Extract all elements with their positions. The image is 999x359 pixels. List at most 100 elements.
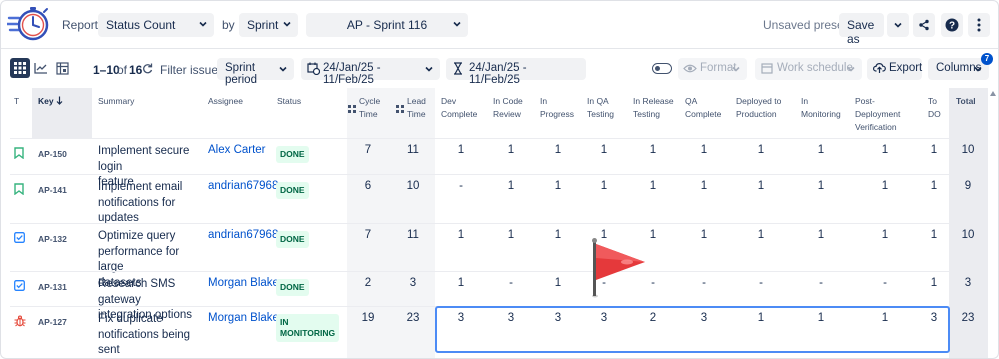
group-by-select[interactable]: Sprint <box>239 13 298 37</box>
issue-key-link[interactable]: AP-132 <box>38 234 67 244</box>
row-total-value: 23 <box>961 312 975 324</box>
col-header-icr-1: In Code <box>493 96 523 106</box>
header-bar: Report: Status Count by Sprint AP - Spri… <box>1 1 998 49</box>
col-header-imon-1: In <box>801 96 809 106</box>
vertical-scrollbar[interactable] <box>990 91 996 331</box>
pivot-view-button[interactable] <box>52 58 72 78</box>
chart-view-button[interactable] <box>31 58 51 78</box>
col-header-dtp-1: Deployed to <box>736 96 782 106</box>
col-header-assignee[interactable]: Assignee <box>208 88 243 138</box>
table-view-button[interactable] <box>10 58 30 78</box>
summary-line: Optimize query <box>98 230 176 242</box>
col-header-in-release-testing[interactable]: In Release Testing <box>633 88 674 138</box>
col-header-status[interactable]: Status <box>277 88 301 138</box>
issue-key-link[interactable]: AP-150 <box>38 149 67 159</box>
col-header-qa-complete[interactable]: QA Complete <box>685 88 721 138</box>
col-header-dtp-2: Production <box>736 109 777 119</box>
col-header-key[interactable]: Key <box>38 88 63 138</box>
issue-summary[interactable]: Implement email notifications for update… <box>98 180 202 227</box>
col-header-in-qa-testing[interactable]: In QA Testing <box>587 88 614 138</box>
report-select[interactable]: Status Count <box>98 13 214 37</box>
status-count-value: 1 <box>930 144 938 156</box>
col-header-in-monitoring[interactable]: In Monitoring <box>801 88 841 138</box>
chevron-down-icon <box>732 66 740 72</box>
issues-table: T Key Summary Assignee Status Cycle Time… <box>10 88 988 358</box>
sprint-select-value: AP - Sprint 116 <box>346 18 428 32</box>
save-as-button[interactable]: Save as <box>839 13 884 46</box>
eye-icon <box>683 64 697 73</box>
status-badge: DONE <box>276 231 309 248</box>
assignee-link[interactable]: Morgan Blake <box>208 312 279 324</box>
status-count-value: 1 <box>507 180 515 192</box>
issue-summary[interactable]: Fix duplicate notifications being sent t… <box>98 312 202 358</box>
col-header-lead-time[interactable]: Lead Time <box>396 88 436 138</box>
col-header-qac-2: Complete <box>685 109 722 119</box>
status-count-value: 1 <box>881 180 889 192</box>
by-label: by <box>222 18 235 32</box>
status-count-value: 1 <box>930 277 938 289</box>
assignee-link[interactable]: andrian67968 <box>208 229 278 241</box>
assignee-link[interactable]: andrian67968 <box>208 180 278 192</box>
col-header-irt-2: Testing <box>633 109 660 119</box>
col-header-imon-2: Monitoring <box>801 109 841 119</box>
share-button[interactable] <box>913 13 935 37</box>
summary-line: updates <box>98 212 139 224</box>
highlight-box <box>435 306 950 353</box>
col-header-type[interactable]: T <box>14 88 19 138</box>
status-count-value: 1 <box>817 144 825 156</box>
date-range-select-2[interactable]: 24/Jan/25 - 11/Feb/25 <box>446 58 586 86</box>
filter-period-select[interactable]: Sprint period <box>217 58 294 86</box>
chevron-down-icon <box>847 66 855 72</box>
date-range-select-1[interactable]: 24/Jan/25 - 11/Feb/25 <box>301 58 440 86</box>
save-options-button[interactable] <box>887 13 909 37</box>
columns-count-badge: 7 <box>981 53 993 65</box>
status-count-value: 1 <box>554 277 562 289</box>
col-header-in-progress[interactable]: In Progress <box>540 88 574 138</box>
status-count-value: 1 <box>757 229 765 241</box>
col-header-post-deployment-verification[interactable]: Post- Deployment Verification <box>855 88 900 138</box>
row-divider <box>10 223 988 224</box>
summary-line: Implement secure login <box>98 145 190 173</box>
sort-down-icon <box>56 96 63 105</box>
col-header-total[interactable]: Total <box>956 88 976 138</box>
more-options-button[interactable] <box>968 13 990 37</box>
columns-select[interactable]: Columns 7 <box>928 53 993 80</box>
col-header-deployed-to-production[interactable]: Deployed to Production <box>736 88 781 138</box>
story-icon <box>14 183 24 198</box>
chevron-down-icon <box>894 22 902 28</box>
hourglass-icon <box>454 62 462 75</box>
status-count-value: 1 <box>649 144 657 156</box>
cycle-time-value: 19 <box>361 312 375 324</box>
status-count-value: 1 <box>700 229 708 241</box>
status-text: DONE <box>280 282 305 292</box>
work-schedule-select[interactable]: Work schedule <box>755 58 862 80</box>
calendar-clock-icon <box>307 62 320 75</box>
col-header-pdv-1: Post- <box>855 96 875 106</box>
date-range-value-1: 24/Jan/25 - 11/Feb/25 <box>323 62 381 86</box>
issue-key-link[interactable]: AP-127 <box>38 317 67 327</box>
status-count-value: - <box>883 277 887 289</box>
format-select[interactable]: Format <box>678 58 747 80</box>
col-header-irt-1: In Release <box>633 96 674 106</box>
help-button[interactable]: ? <box>941 13 963 37</box>
row-total-value: 3 <box>964 277 972 289</box>
pivot-table-icon <box>55 61 69 75</box>
refresh-icon[interactable] <box>142 63 153 74</box>
col-header-dev-complete[interactable]: Dev Complete <box>441 88 477 138</box>
assignee-link[interactable]: Alex Carter <box>208 144 266 156</box>
summary-line: Fix duplicate <box>98 313 163 325</box>
assignee-link[interactable]: Morgan Blake <box>208 277 279 289</box>
issue-key-link[interactable]: AP-141 <box>38 185 67 195</box>
col-header-in-code-review[interactable]: In Code Review <box>493 88 523 138</box>
toggle-switch[interactable] <box>652 63 672 74</box>
summary-line: notifications being sent <box>98 328 191 357</box>
issue-key-link[interactable]: AP-131 <box>38 282 67 292</box>
col-header-summary[interactable]: Summary <box>98 88 134 138</box>
sprint-select[interactable]: AP - Sprint 116 <box>306 13 468 37</box>
pagination-total: 16 <box>129 63 143 77</box>
col-header-cycle-time[interactable]: Cycle Time <box>348 88 392 138</box>
cycle-time-value: 7 <box>364 229 372 241</box>
col-header-iqa-2: Testing <box>587 109 614 119</box>
col-header-to-do[interactable]: To DO <box>928 88 941 138</box>
export-button[interactable]: Export <box>867 58 922 80</box>
